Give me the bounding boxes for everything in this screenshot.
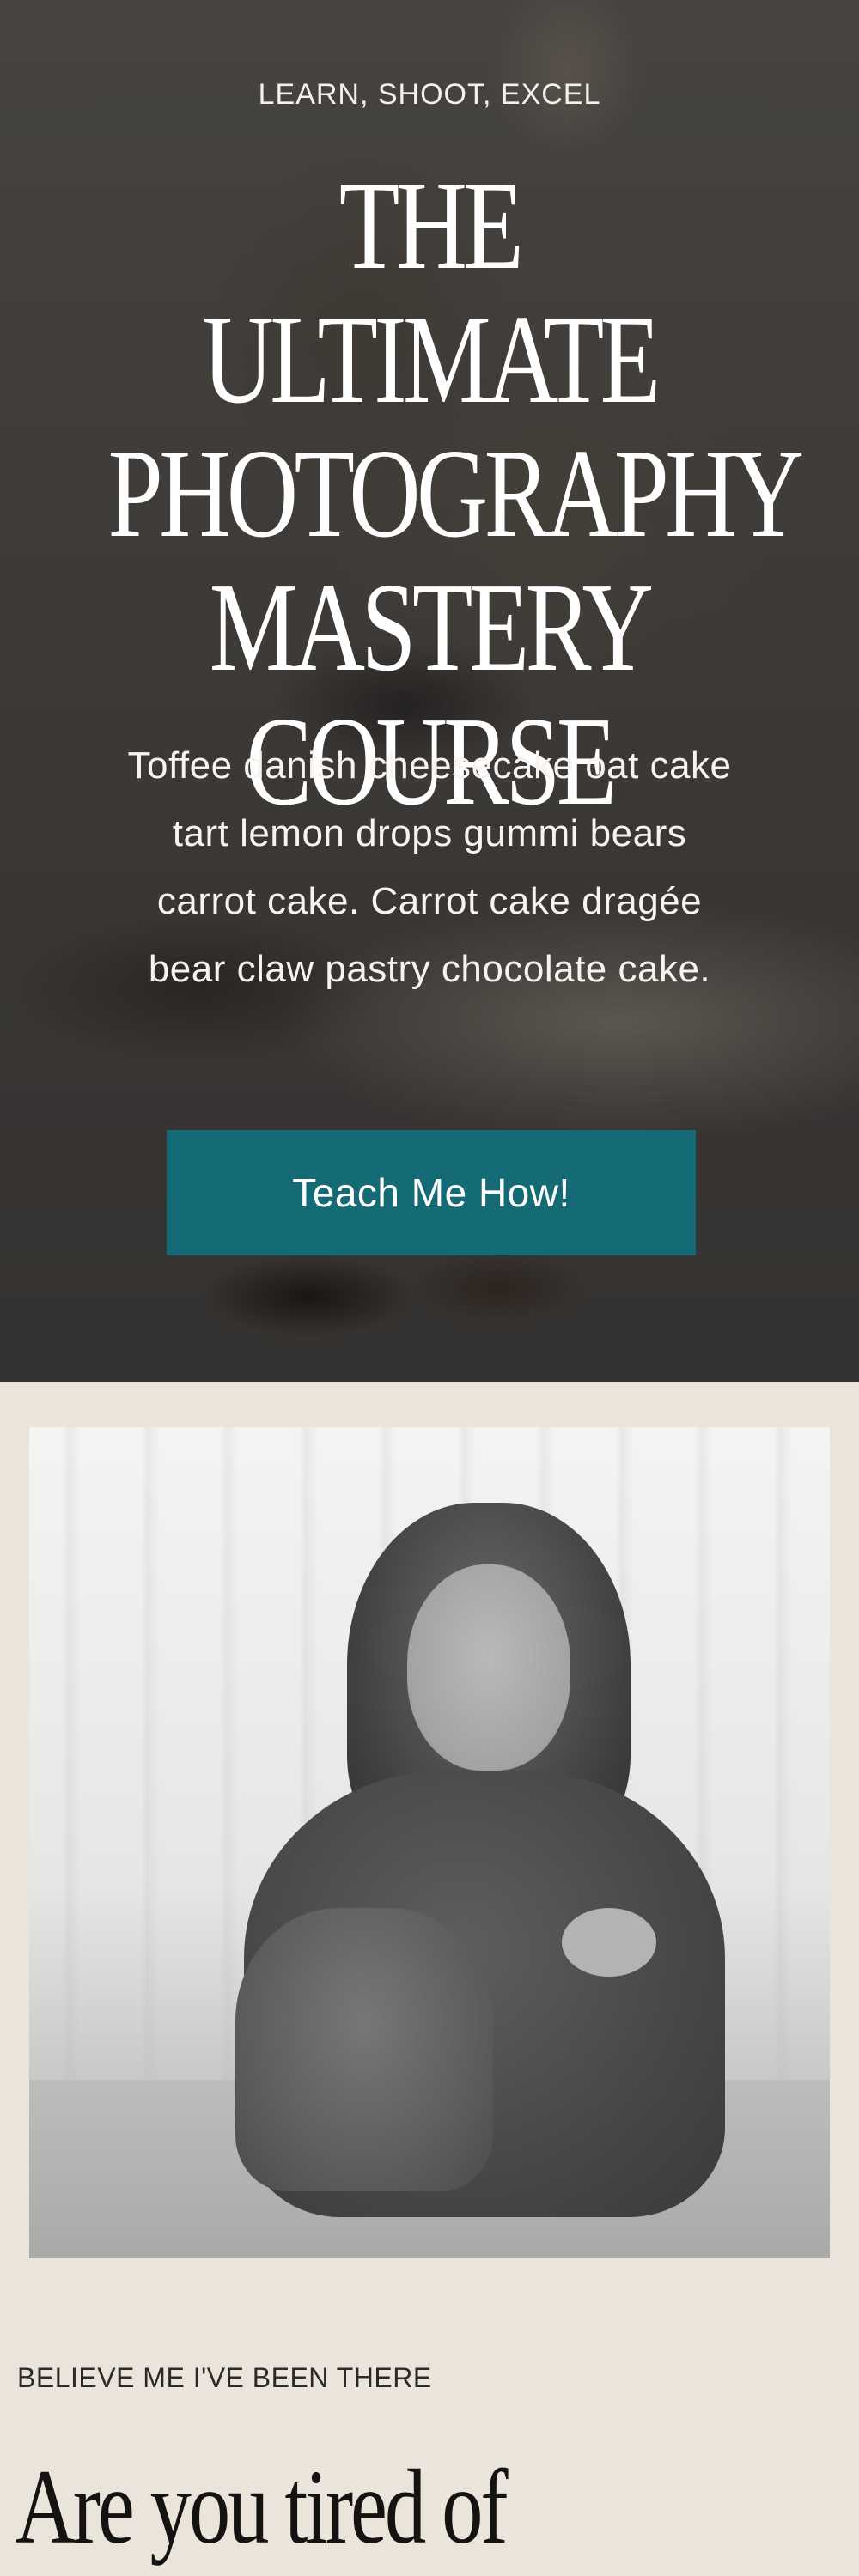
- photo-subject-legs: [235, 1908, 493, 2191]
- portrait-photo: [29, 1427, 830, 2258]
- hero-title-line: MASTERY: [209, 557, 654, 698]
- photo-subject-face: [407, 1564, 570, 1771]
- hero-title-line: THE ULTIMATE: [202, 155, 661, 430]
- section-heading-line: feeling stuck: [15, 2558, 410, 2576]
- section-heading: Are you tired of feeling stuck: [15, 2452, 859, 2576]
- hero-description-line: carrot cake. Carrot cake dragée: [156, 880, 703, 922]
- hero-description: Toffee danish cheesecake oat cake tart l…: [52, 732, 807, 1003]
- hero-section: LEARN, SHOOT, EXCEL THE ULTIMATE PHOTOGR…: [0, 0, 859, 1382]
- hero-description-line: tart lemon drops gummi bears: [172, 812, 687, 854]
- hero-description-line: bear claw pastry chocolate cake.: [148, 948, 711, 990]
- hero-title-line: PHOTOGRAPHY: [107, 423, 805, 564]
- hero-eyebrow: LEARN, SHOOT, EXCEL: [258, 78, 601, 111]
- hero-description-line: Toffee danish cheesecake oat cake: [127, 744, 732, 787]
- section-eyebrow: BELIEVE ME I'VE BEEN THERE: [17, 2362, 432, 2393]
- landing-page: LEARN, SHOOT, EXCEL THE ULTIMATE PHOTOGR…: [0, 0, 859, 2576]
- teach-me-how-button[interactable]: Teach Me How!: [167, 1130, 696, 1255]
- hero-title: THE ULTIMATE PHOTOGRAPHY MASTERY COURSE: [108, 159, 805, 829]
- photo-subject-hand: [562, 1908, 656, 1977]
- section-heading-line: Are you tired of: [15, 2448, 509, 2566]
